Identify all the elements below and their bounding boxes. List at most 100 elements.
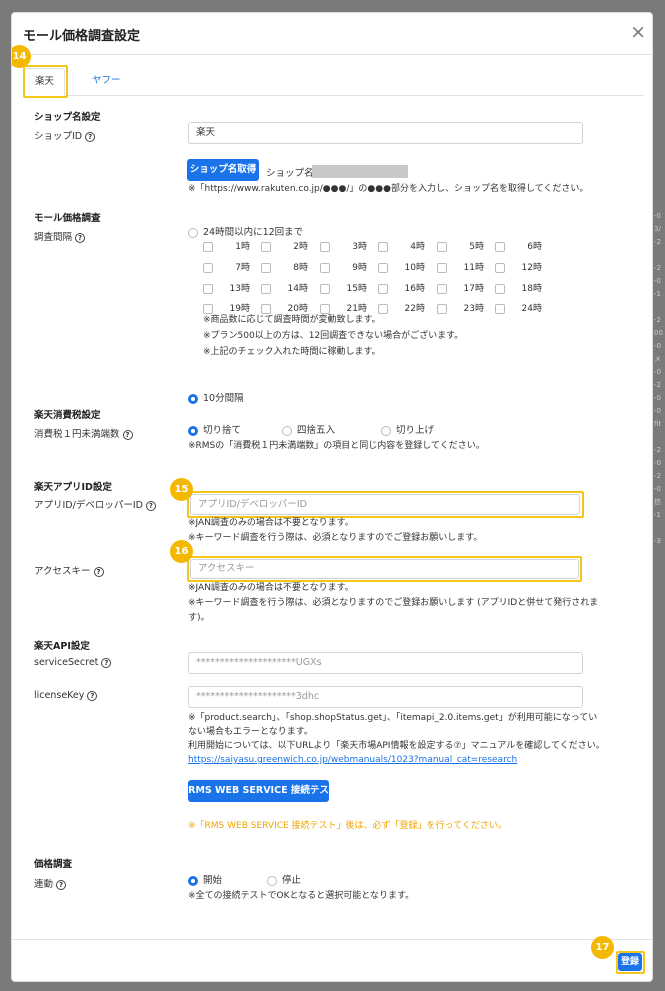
hour-checkbox[interactable]: 9時 — [320, 260, 367, 273]
license-key-input[interactable]: *********************3dhc — [188, 686, 583, 708]
checkbox[interactable] — [320, 303, 330, 314]
checkbox[interactable] — [495, 262, 505, 273]
checkbox[interactable] — [320, 241, 330, 252]
hour-label: 6時 — [527, 242, 542, 252]
mall-tabs: 楽天 ヤフー — [24, 65, 644, 96]
access-key-input[interactable]: アクセスキー — [190, 559, 579, 579]
checkbox[interactable] — [437, 303, 447, 314]
background-fragment — [654, 522, 665, 535]
hour-checkbox[interactable]: 15時 — [320, 281, 367, 294]
hour-label: 2時 — [293, 242, 308, 252]
price-option-stop[interactable]: 停止 — [267, 872, 301, 886]
checkbox[interactable] — [378, 283, 388, 294]
shop-name-value-redacted — [312, 165, 408, 178]
hour-checkbox[interactable]: 8時 — [261, 260, 308, 273]
hour-checkbox[interactable]: 18時 — [495, 281, 542, 294]
app-id-input[interactable]: アプリID/デベロッパーID — [190, 494, 580, 515]
interval-option-24h[interactable]: 24時間以内に12回まで — [188, 224, 303, 238]
checkbox[interactable] — [203, 241, 213, 252]
hour-checkbox[interactable]: 24時 — [495, 301, 542, 314]
radio-24h[interactable] — [188, 227, 198, 238]
checkbox[interactable] — [320, 283, 330, 294]
hour-checkbox[interactable]: 11時 — [437, 260, 484, 273]
hour-label: 9時 — [352, 263, 367, 273]
access-key-note-2: ※キーワード調査を行う際は、必須となりますのでご登録お願いします (アプリIDと… — [188, 598, 599, 608]
interval-option-10min[interactable]: 10分間隔 — [188, 390, 244, 404]
fetch-shop-name-button[interactable]: ショップ名取得 — [187, 159, 259, 181]
survey-section-title: モール価格調査 — [34, 213, 101, 224]
access-key-note-1: ※JAN調査のみの場合は不要となります。 — [188, 583, 354, 593]
checkbox[interactable] — [437, 262, 447, 273]
hour-checkbox[interactable]: 3時 — [320, 239, 367, 252]
background-fragment: -1 — [654, 290, 661, 298]
checkbox[interactable] — [378, 241, 388, 252]
hour-checkbox[interactable]: 14時 — [261, 281, 308, 294]
api-note-3: 利用開始については、以下URLより「楽天市場API情報を設定する⑦」マニュアルを… — [188, 741, 605, 751]
shop-section-title: ショップ名設定 — [34, 112, 101, 123]
tax-option-ceil[interactable]: 切り上げ — [381, 422, 434, 436]
background-fragment: -0 — [654, 394, 661, 402]
hour-checkbox[interactable]: 5時 — [437, 239, 484, 252]
hour-label: 22時 — [404, 304, 425, 314]
checkbox[interactable] — [261, 262, 271, 273]
tab-yahoo[interactable]: ヤフー — [82, 68, 131, 96]
app-section-title: 楽天アプリID設定 — [34, 482, 112, 493]
background-fragment: -0 — [654, 368, 661, 376]
checkbox[interactable] — [261, 283, 271, 294]
manual-link[interactable]: https://saiyasu.greenwich.co.jp/webmanua… — [188, 753, 517, 767]
hour-checkbox[interactable]: 1時 — [203, 239, 250, 252]
tax-option-round[interactable]: 四捨五入 — [282, 422, 335, 436]
background-fragment: メ — [654, 355, 661, 363]
hour-checkbox[interactable]: 23時 — [437, 301, 484, 314]
hour-label: 14時 — [287, 284, 308, 294]
checkbox[interactable] — [495, 241, 505, 252]
close-icon[interactable]: × — [630, 22, 646, 42]
hour-checkbox[interactable]: 16時 — [378, 281, 425, 294]
background-page-strip: -0 3/ -2 -2 -0 -1 -2 00 -0 メ -0 -2 -0 -0 fit -2 -0 -2 -0 信 -… — [654, 210, 665, 590]
hour-checkbox[interactable]: 13時 — [203, 281, 250, 294]
api-note-2: ない場合もエラーとなります。 — [188, 727, 313, 737]
checkbox[interactable] — [495, 303, 505, 314]
background-fragment: -3 — [654, 537, 661, 545]
checkbox[interactable] — [378, 262, 388, 273]
hour-checkbox[interactable]: 2時 — [261, 239, 308, 252]
rms-connection-test-button[interactable]: RMS WEB SERVICE 接続テスト — [188, 780, 329, 818]
checkbox[interactable] — [203, 303, 213, 314]
hour-checkbox[interactable]: 4時 — [378, 239, 425, 252]
hour-checkbox[interactable]: 7時 — [203, 260, 250, 273]
help-icon: ? — [85, 131, 96, 142]
checkbox[interactable] — [320, 262, 330, 273]
hour-checkbox[interactable]: 10時 — [378, 260, 425, 273]
hour-checkbox[interactable]: 22時 — [378, 301, 425, 314]
background-fragment: -0 — [654, 277, 661, 285]
modal-title: モール価格調査設定 — [23, 29, 141, 44]
hour-label: 12時 — [521, 263, 542, 273]
tax-note: ※RMSの「消費税１円未満端数」の項目と同じ内容を登録してください。 — [188, 441, 485, 451]
tax-option-floor[interactable]: 切り捨て — [188, 422, 241, 436]
checkbox[interactable] — [495, 283, 505, 294]
hour-checkbox[interactable]: 6時 — [495, 239, 542, 252]
checkbox[interactable] — [437, 283, 447, 294]
help-icon: ? — [56, 879, 67, 890]
price-note: ※全ての接続テストでOKとなると選択可能となります。 — [188, 891, 415, 901]
checkbox[interactable] — [378, 303, 388, 314]
register-button[interactable]: 登録 — [618, 953, 642, 971]
tab-rakuten[interactable]: 楽天 — [24, 68, 66, 96]
service-secret-input[interactable]: *********************UGXs — [188, 652, 583, 674]
checkbox[interactable] — [203, 283, 213, 294]
checkbox[interactable] — [261, 303, 271, 314]
radio-10min[interactable] — [188, 393, 198, 404]
checkbox[interactable] — [261, 241, 271, 252]
hour-label: 16時 — [404, 284, 425, 294]
hour-checkbox[interactable]: 12時 — [495, 260, 542, 273]
price-option-start[interactable]: 開始 — [188, 872, 222, 886]
background-fragment — [654, 249, 665, 262]
shop-id-input[interactable]: 楽天 — [188, 122, 583, 144]
hour-checkbox[interactable]: 17時 — [437, 281, 484, 294]
background-fragment: 3/ — [654, 225, 661, 233]
checkbox[interactable] — [203, 262, 213, 273]
hour-label: 3時 — [352, 242, 367, 252]
checkbox[interactable] — [437, 241, 447, 252]
hour-label: 24時 — [521, 304, 542, 314]
survey-note-1: ※商品数に応じて調査時間が変動致します。 — [203, 315, 381, 325]
